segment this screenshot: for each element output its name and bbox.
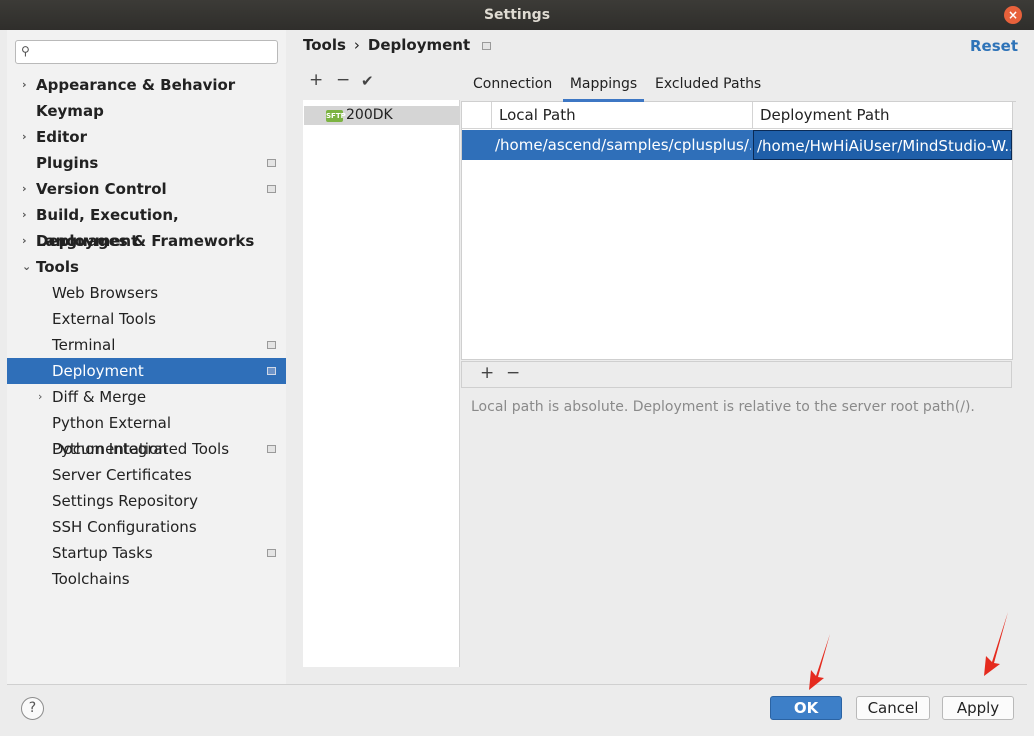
column-header-deployment-path[interactable]: Deployment Path bbox=[753, 102, 1012, 129]
dialog-footer: ? OK Cancel Apply bbox=[7, 684, 1027, 732]
chevron-right-icon[interactable]: › bbox=[22, 124, 27, 150]
sidebar-item-tools[interactable]: ⌄ Tools bbox=[7, 254, 286, 280]
sidebar-item-label: Plugins bbox=[36, 154, 99, 172]
sidebar-item-label: Toolchains bbox=[52, 570, 130, 588]
sidebar-item-label: Version Control bbox=[36, 180, 167, 198]
breadcrumb: Tools › Deployment bbox=[303, 36, 492, 58]
apply-button[interactable]: Apply bbox=[942, 696, 1014, 720]
sidebar-item-web-browsers[interactable]: Web Browsers bbox=[7, 280, 286, 306]
add-server-button[interactable]: + bbox=[309, 70, 323, 90]
sidebar-item-label: Settings Repository bbox=[52, 492, 199, 510]
chevron-right-icon[interactable]: › bbox=[22, 176, 27, 202]
project-scope-icon bbox=[267, 445, 276, 453]
sidebar-item-python-external-documentation[interactable]: Python External Documentation bbox=[7, 410, 286, 458]
remove-mapping-button[interactable]: − bbox=[506, 363, 520, 383]
sidebar-item-label: External Tools bbox=[52, 310, 156, 328]
sidebar-item-label: Python Integrated Tools bbox=[52, 440, 230, 458]
server-item[interactable]: SFTP 200DK bbox=[304, 106, 460, 125]
column-header-local-path[interactable]: Local Path bbox=[492, 102, 753, 129]
sidebar-item-label: Server Certificates bbox=[52, 466, 192, 484]
cancel-button[interactable]: Cancel bbox=[856, 696, 930, 720]
project-scope-icon bbox=[267, 549, 276, 557]
annotation-arrow-ok bbox=[809, 634, 830, 690]
search-icon: ⚲ bbox=[21, 44, 30, 58]
sidebar-item-server-certificates[interactable]: Server Certificates bbox=[7, 462, 286, 488]
sidebar-item-terminal[interactable]: Terminal bbox=[7, 332, 286, 358]
local-path-cell[interactable]: /home/ascend/samples/cplusplus/... bbox=[495, 130, 751, 160]
project-scope-icon bbox=[267, 159, 276, 167]
project-scope-icon bbox=[267, 367, 276, 375]
breadcrumb-separator: › bbox=[353, 36, 360, 54]
sidebar-item-editor[interactable]: › Editor bbox=[7, 124, 286, 150]
row-header-cell bbox=[462, 102, 492, 129]
breadcrumb-parent[interactable]: Tools bbox=[303, 36, 346, 54]
sidebar-item-label: Startup Tasks bbox=[52, 544, 153, 562]
sidebar-item-deployment[interactable]: Deployment bbox=[7, 358, 286, 384]
ok-button[interactable]: OK bbox=[770, 696, 842, 720]
sidebar-item-plugins[interactable]: Plugins bbox=[7, 150, 286, 176]
sidebar-item-label: Deployment bbox=[52, 362, 144, 380]
chevron-right-icon[interactable]: › bbox=[22, 228, 27, 254]
sidebar-item-label: Appearance & Behavior bbox=[36, 76, 236, 94]
mapping-hint: Local path is absolute. Deployment is re… bbox=[471, 399, 975, 415]
sidebar-item-version-control[interactable]: › Version Control bbox=[7, 176, 286, 202]
sidebar-item-label: Editor bbox=[36, 128, 87, 146]
annotation-arrow-apply bbox=[984, 612, 1008, 676]
window-title: Settings bbox=[483, 7, 551, 23]
deployment-path-cell[interactable]: /home/HwHiAiUser/MindStudio-W... bbox=[753, 130, 1012, 160]
sidebar-item-ssh-configurations[interactable]: SSH Configurations bbox=[7, 514, 286, 540]
sidebar-item-keymap[interactable]: Keymap bbox=[7, 98, 286, 124]
sidebar-item-label: Web Browsers bbox=[52, 284, 159, 302]
sidebar-item-label: Tools bbox=[36, 258, 79, 276]
project-scope-icon bbox=[267, 341, 276, 349]
chevron-down-icon[interactable]: ⌄ bbox=[22, 254, 31, 280]
chevron-right-icon[interactable]: › bbox=[22, 72, 27, 98]
server-name: 200DK bbox=[346, 107, 393, 123]
sidebar-item-python-integrated-tools[interactable]: Python Integrated Tools bbox=[7, 436, 286, 462]
sidebar-item-toolchains[interactable]: Toolchains bbox=[7, 566, 286, 592]
title-bar[interactable]: Settings × bbox=[0, 0, 1034, 30]
project-scope-icon bbox=[482, 41, 492, 50]
reset-link[interactable]: Reset bbox=[970, 37, 1018, 55]
remove-server-button[interactable]: − bbox=[336, 70, 350, 90]
tab-mappings[interactable]: Mappings bbox=[563, 70, 644, 102]
sidebar-item-diff-merge[interactable]: › Diff & Merge bbox=[7, 384, 286, 410]
help-button[interactable]: ? bbox=[21, 697, 44, 720]
table-toolbar: + − bbox=[461, 361, 1012, 388]
chevron-right-icon[interactable]: › bbox=[38, 384, 42, 410]
sidebar-item-build-execution-deployment[interactable]: › Build, Execution, Deployment bbox=[7, 202, 286, 250]
sidebar-item-label: Diff & Merge bbox=[52, 388, 147, 406]
sidebar-item-label: Terminal bbox=[52, 336, 116, 354]
deployment-tabs: Connection Mappings Excluded Paths bbox=[461, 70, 1016, 102]
breadcrumb-current: Deployment bbox=[367, 36, 471, 54]
add-mapping-button[interactable]: + bbox=[480, 363, 494, 383]
mappings-table: Local Path Deployment Path /home/ascend/… bbox=[461, 102, 1013, 360]
chevron-right-icon[interactable]: › bbox=[22, 202, 27, 228]
sidebar-item-label: Keymap bbox=[36, 102, 104, 120]
set-default-server-button[interactable]: ✔ bbox=[361, 72, 374, 90]
sidebar-item-label: SSH Configurations bbox=[52, 518, 197, 536]
sidebar-item-external-tools[interactable]: External Tools bbox=[7, 306, 286, 332]
sftp-icon: SFTP bbox=[326, 110, 346, 122]
tab-excluded-paths[interactable]: Excluded Paths bbox=[655, 70, 765, 102]
sidebar-item-languages-frameworks[interactable]: › Languages & Frameworks bbox=[7, 228, 286, 254]
tab-connection[interactable]: Connection bbox=[473, 70, 555, 102]
table-row[interactable]: /home/ascend/samples/cplusplus/... /home… bbox=[462, 130, 1012, 160]
settings-window: Settings × ⚲ › Appearance & Behavior Keyma… bbox=[0, 0, 1034, 736]
sidebar-item-label: Languages & Frameworks bbox=[36, 232, 255, 250]
search-input[interactable]: ⚲ bbox=[15, 40, 278, 64]
settings-sidebar: ⚲ › Appearance & Behavior Keymap › Editor Plu… bbox=[7, 30, 286, 684]
sidebar-item-startup-tasks[interactable]: Startup Tasks bbox=[7, 540, 286, 566]
project-scope-icon bbox=[267, 185, 276, 193]
server-list: SFTP 200DK bbox=[303, 100, 460, 667]
sidebar-item-settings-repository[interactable]: Settings Repository bbox=[7, 488, 286, 514]
close-icon[interactable]: × bbox=[1004, 6, 1022, 24]
sidebar-item-appearance-behavior[interactable]: › Appearance & Behavior bbox=[7, 72, 286, 98]
